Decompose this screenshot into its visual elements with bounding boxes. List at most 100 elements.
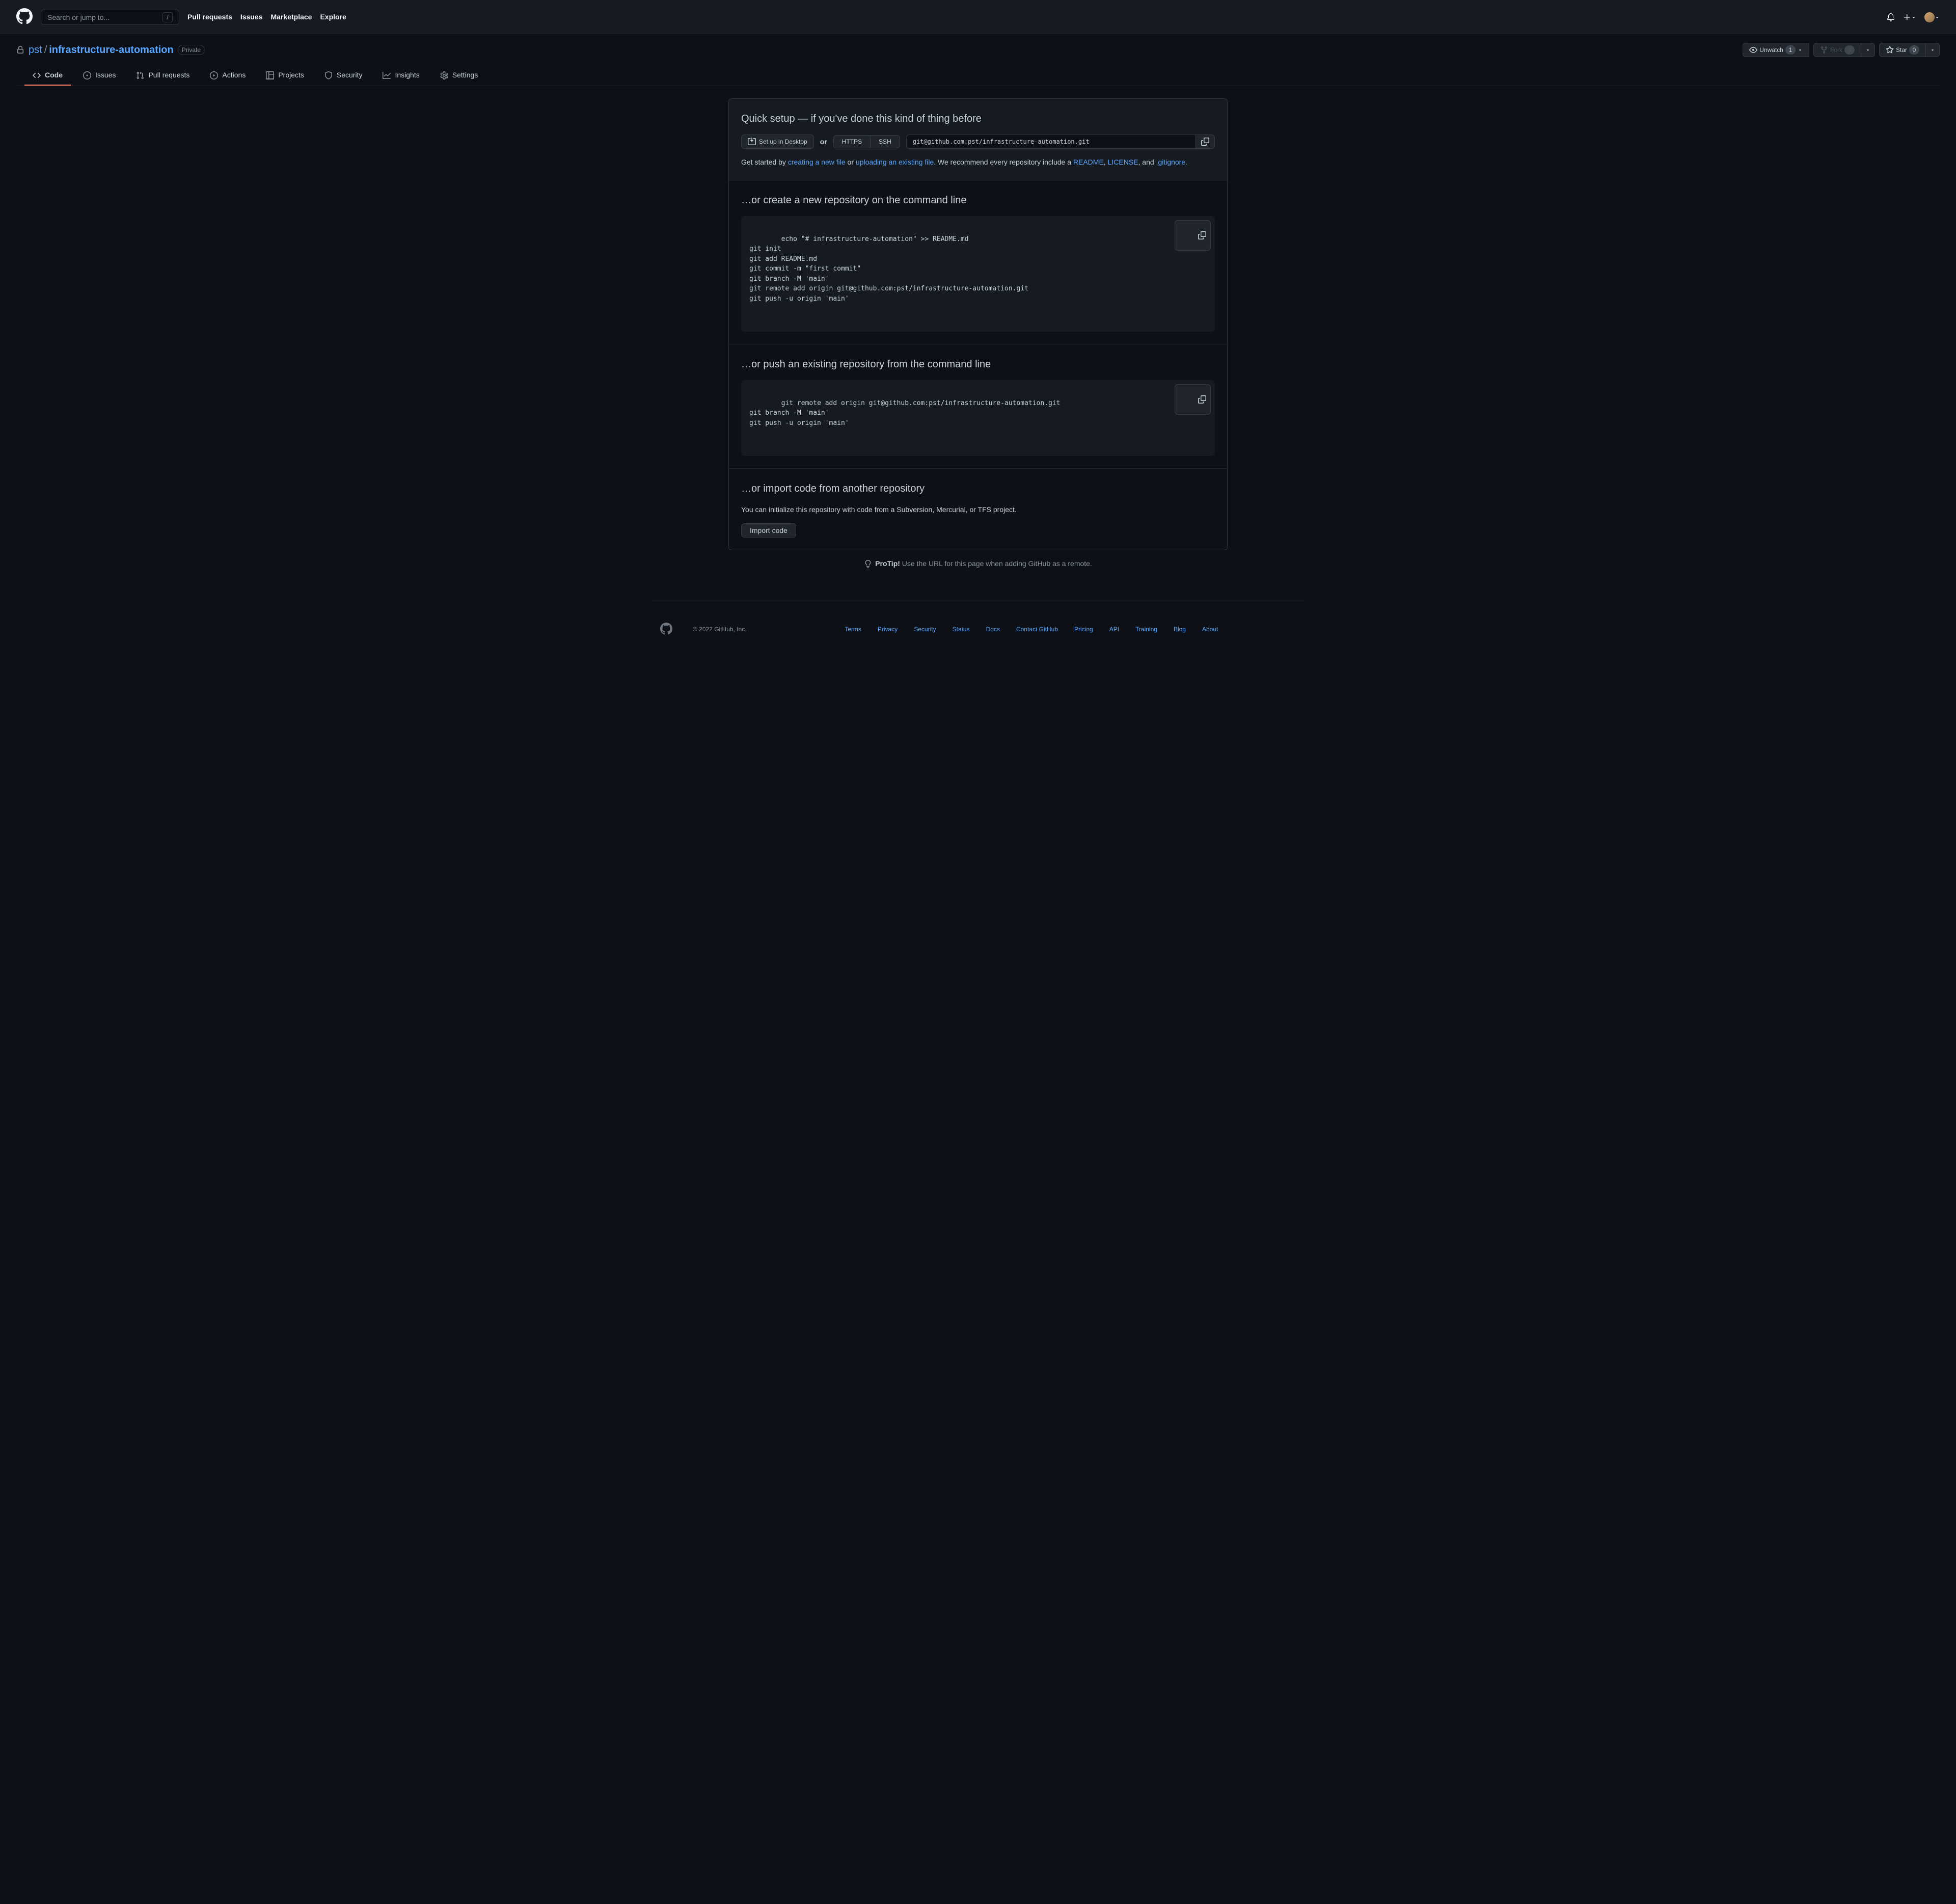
footer-pricing[interactable]: Pricing	[1074, 625, 1093, 634]
copy-icon	[1198, 231, 1206, 239]
tab-pull-requests[interactable]: Pull requests	[128, 66, 198, 86]
user-menu[interactable]	[1924, 12, 1940, 22]
repo-name-link[interactable]: infrastructure-automation	[49, 44, 173, 56]
nav-marketplace[interactable]: Marketplace	[271, 12, 312, 22]
quick-setup-heading: Quick setup — if you've done this kind o…	[741, 111, 1215, 126]
clone-url-input[interactable]	[906, 135, 1196, 149]
tab-code[interactable]: Code	[24, 66, 71, 86]
footer-terms[interactable]: Terms	[845, 625, 861, 634]
repo-tabs: Code Issues Pull requests Actions Projec…	[16, 66, 1940, 86]
tab-settings[interactable]: Settings	[432, 66, 486, 86]
setup-box: Quick setup — if you've done this kind o…	[728, 98, 1228, 550]
copy-create-button[interactable]	[1175, 220, 1211, 251]
create-heading: …or create a new repository on the comma…	[741, 193, 1215, 208]
setup-desktop-button[interactable]: Set up in Desktop	[741, 135, 814, 149]
eye-icon	[1749, 46, 1757, 54]
fork-count: 0	[1844, 45, 1855, 55]
copy-icon	[1198, 395, 1206, 404]
fork-caret[interactable]	[1861, 43, 1875, 57]
copyright: © 2022 GitHub, Inc.	[693, 625, 747, 634]
search-box[interactable]: /	[41, 10, 179, 25]
mark-github-icon	[16, 8, 33, 24]
star-icon	[1886, 46, 1894, 54]
footer-training[interactable]: Training	[1135, 625, 1157, 634]
footer-security[interactable]: Security	[914, 625, 936, 634]
desktop-download-icon	[748, 138, 756, 146]
footer-logo[interactable]	[660, 623, 672, 636]
notifications-button[interactable]	[1887, 13, 1895, 21]
shield-icon	[324, 71, 333, 79]
table-icon	[266, 71, 274, 79]
fork-button: Fork 0	[1813, 43, 1861, 57]
visibility-badge: Private	[178, 45, 205, 55]
light-bulb-icon	[864, 560, 872, 568]
or-text: or	[820, 137, 827, 147]
play-icon	[210, 71, 218, 79]
import-heading: …or import code from another repository	[741, 481, 1215, 496]
nav-issues[interactable]: Issues	[240, 12, 263, 22]
https-toggle[interactable]: HTTPS	[833, 135, 871, 148]
triangle-down-icon	[1935, 15, 1940, 20]
avatar	[1924, 12, 1935, 22]
create-code-block: echo "# infrastructure-automation" >> RE…	[741, 216, 1215, 332]
unwatch-button[interactable]: Unwatch 1	[1743, 43, 1809, 57]
tab-projects[interactable]: Projects	[258, 66, 312, 86]
import-code-button[interactable]: Import code	[741, 523, 796, 538]
global-nav: Pull requests Issues Marketplace Explore	[187, 12, 346, 22]
git-pull-request-icon	[136, 71, 144, 79]
bell-icon	[1887, 13, 1895, 21]
create-menu[interactable]	[1903, 13, 1916, 21]
global-header: / Pull requests Issues Marketplace Explo…	[0, 0, 1956, 34]
footer-about[interactable]: About	[1202, 625, 1218, 634]
repo-forked-icon	[1820, 46, 1828, 54]
triangle-down-icon	[1911, 15, 1916, 20]
gear-icon	[440, 71, 448, 79]
footer-docs[interactable]: Docs	[986, 625, 1000, 634]
footer-status[interactable]: Status	[953, 625, 970, 634]
license-link[interactable]: LICENSE	[1108, 158, 1138, 166]
tab-insights[interactable]: Insights	[374, 66, 427, 86]
tab-issues[interactable]: Issues	[75, 66, 124, 86]
tab-actions[interactable]: Actions	[202, 66, 254, 86]
push-heading: …or push an existing repository from the…	[741, 357, 1215, 372]
repo-owner-link[interactable]: pst	[29, 44, 42, 56]
triangle-down-icon	[1930, 47, 1935, 52]
issue-opened-icon	[83, 71, 91, 79]
lock-icon	[16, 45, 24, 56]
footer-privacy[interactable]: Privacy	[878, 625, 898, 634]
search-input[interactable]	[47, 13, 162, 21]
readme-link[interactable]: README	[1073, 158, 1104, 166]
footer: © 2022 GitHub, Inc. Terms Privacy Securi…	[652, 602, 1304, 640]
copy-url-button[interactable]	[1196, 135, 1215, 149]
star-count: 0	[1909, 45, 1919, 55]
triangle-down-icon	[1798, 47, 1803, 52]
watch-count: 1	[1785, 45, 1796, 55]
push-code-block: git remote add origin git@github.com:pst…	[741, 380, 1215, 456]
slash-key-hint: /	[162, 12, 173, 22]
triangle-down-icon	[1865, 47, 1870, 52]
footer-contact[interactable]: Contact GitHub	[1016, 625, 1058, 634]
repo-path: pst/infrastructure-automation	[29, 42, 174, 58]
gitignore-link[interactable]: .gitignore	[1156, 158, 1186, 166]
nav-pull-requests[interactable]: Pull requests	[187, 12, 232, 22]
footer-api[interactable]: API	[1109, 625, 1119, 634]
plus-icon	[1903, 13, 1911, 21]
nav-explore[interactable]: Explore	[320, 12, 346, 22]
upload-file-link[interactable]: uploading an existing file	[856, 158, 934, 166]
import-desc: You can initialize this repository with …	[741, 504, 1215, 515]
copy-push-button[interactable]	[1175, 384, 1211, 415]
code-icon	[33, 71, 41, 79]
star-button[interactable]: Star 0	[1879, 43, 1926, 57]
setup-help-text: Get started by creating a new file or up…	[741, 157, 1215, 168]
protip: ProTip! Use the URL for this page when a…	[728, 558, 1228, 569]
star-caret[interactable]	[1926, 43, 1940, 57]
tab-security[interactable]: Security	[316, 66, 371, 86]
footer-blog[interactable]: Blog	[1174, 625, 1186, 634]
create-file-link[interactable]: creating a new file	[788, 158, 846, 166]
mark-github-icon	[660, 623, 672, 635]
graph-icon	[383, 71, 391, 79]
github-logo[interactable]	[16, 8, 33, 26]
repo-header: pst/infrastructure-automation Private Un…	[0, 34, 1956, 86]
copy-icon	[1201, 138, 1209, 146]
ssh-toggle[interactable]: SSH	[871, 135, 900, 148]
